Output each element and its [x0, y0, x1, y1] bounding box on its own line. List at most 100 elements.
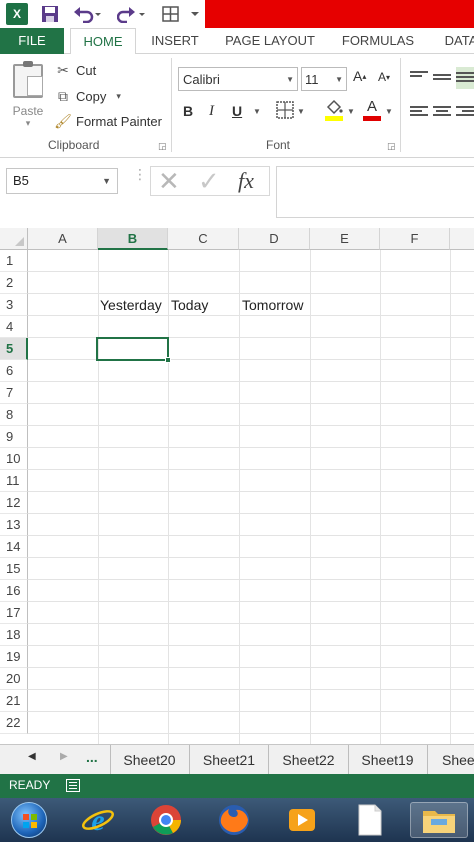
status-ready: READY: [9, 778, 51, 792]
row-header-11[interactable]: 11: [0, 470, 28, 492]
shrink-font-button[interactable]: A ▾: [378, 70, 390, 84]
row-header-7[interactable]: 7: [0, 382, 28, 404]
align-left-icon[interactable]: [410, 104, 428, 118]
format-painter-button[interactable]: 🖌 Format Painter: [54, 111, 162, 131]
grow-font-button[interactable]: A ▴: [353, 68, 366, 84]
row-header-13[interactable]: 13: [0, 514, 28, 536]
bold-button[interactable]: B: [183, 103, 193, 119]
chevron-down-icon[interactable]: ▼: [347, 107, 355, 116]
redo-icon[interactable]: [116, 3, 146, 25]
chrome-icon[interactable]: [144, 802, 188, 838]
file-explorer-icon[interactable]: [410, 802, 468, 838]
tab-data[interactable]: DATA: [436, 28, 474, 54]
chevron-down-icon[interactable]: ▼: [253, 107, 261, 116]
row-header-4[interactable]: 4: [0, 316, 28, 338]
resize-handle-icon[interactable]: ⋮: [133, 167, 147, 181]
sheet-tab[interactable]: Sheet19: [348, 745, 426, 775]
chevron-down-icon[interactable]: ▼: [102, 169, 111, 193]
macro-record-icon[interactable]: [66, 779, 80, 792]
tab-page-layout[interactable]: PAGE LAYOUT: [218, 28, 322, 54]
row-header-21[interactable]: 21: [0, 690, 28, 712]
align-bottom-icon[interactable]: [456, 67, 474, 89]
row-header-10[interactable]: 10: [0, 448, 28, 470]
cell-d3[interactable]: Tomorrow: [239, 294, 303, 316]
tab-insert[interactable]: INSERT: [142, 28, 208, 54]
row-gridline: [28, 491, 474, 492]
more-sheets-button[interactable]: ...: [86, 749, 98, 765]
cut-button[interactable]: ✂ Cut: [54, 60, 96, 80]
internet-explorer-icon[interactable]: e: [76, 802, 120, 838]
column-header-f[interactable]: F: [380, 228, 450, 250]
column-header-c[interactable]: C: [168, 228, 239, 250]
align-middle-icon[interactable]: [433, 72, 451, 82]
save-icon[interactable]: [40, 3, 60, 25]
row-header-17[interactable]: 17: [0, 602, 28, 624]
row-header-19[interactable]: 19: [0, 646, 28, 668]
column-header-b[interactable]: B: [98, 228, 168, 250]
cell-c3[interactable]: Today: [168, 294, 208, 316]
row-header-16[interactable]: 16: [0, 580, 28, 602]
sheet-tab[interactable]: Sheet21: [189, 745, 268, 775]
notepad-icon[interactable]: [348, 802, 392, 838]
copy-button[interactable]: ⧉ Copy ▾: [54, 86, 121, 106]
cancel-icon[interactable]: ✕: [158, 167, 180, 195]
firefox-icon[interactable]: [212, 802, 256, 838]
sheet-scroll-right-icon[interactable]: ▶: [60, 751, 68, 762]
column-header-a[interactable]: A: [28, 228, 98, 250]
tab-formulas[interactable]: FORMULAS: [334, 28, 422, 54]
font-name-dropdown[interactable]: Calibri ▼: [178, 67, 298, 91]
cell-b3[interactable]: Yesterday: [97, 294, 162, 316]
row-header-20[interactable]: 20: [0, 668, 28, 690]
column-header-e[interactable]: E: [310, 228, 380, 250]
formula-input[interactable]: [276, 166, 474, 218]
row-header-22[interactable]: 22: [0, 712, 28, 734]
row-header-3[interactable]: 3: [0, 294, 28, 316]
tab-file[interactable]: FILE: [0, 28, 64, 54]
align-right-icon[interactable]: [456, 104, 474, 118]
font-size-dropdown[interactable]: 11 ▼: [301, 67, 347, 91]
tab-home[interactable]: HOME: [70, 28, 136, 55]
row-header-15[interactable]: 15: [0, 558, 28, 580]
column-gridline: [168, 250, 169, 744]
font-color-button[interactable]: A: [362, 99, 382, 123]
sheet-tab[interactable]: Sheet20: [110, 745, 188, 775]
chevron-down-icon[interactable]: ▼: [385, 107, 393, 116]
row-header-2[interactable]: 2: [0, 272, 28, 294]
dialog-launcher-icon[interactable]: ◲: [387, 141, 396, 152]
row-header-1[interactable]: 1: [0, 250, 28, 272]
start-button[interactable]: [6, 802, 52, 838]
dialog-launcher-icon[interactable]: ◲: [158, 141, 167, 152]
media-player-icon[interactable]: [280, 802, 324, 838]
undo-icon[interactable]: [72, 3, 102, 25]
sheet-tab[interactable]: Sheet: [427, 745, 474, 775]
name-box[interactable]: B5 ▼: [6, 168, 118, 194]
align-center-icon[interactable]: [433, 104, 451, 118]
row-header-6[interactable]: 6: [0, 360, 28, 382]
row-header-9[interactable]: 9: [0, 426, 28, 448]
borders-icon[interactable]: [276, 101, 294, 119]
select-all-button[interactable]: [0, 228, 28, 250]
sheet-tab[interactable]: Sheet22: [268, 745, 348, 775]
selected-cell[interactable]: [96, 337, 169, 361]
paste-button[interactable]: Paste ▾: [8, 61, 48, 132]
row-header-12[interactable]: 12: [0, 492, 28, 514]
row-header-18[interactable]: 18: [0, 624, 28, 646]
quick-access-icon[interactable]: [160, 3, 182, 25]
italic-button[interactable]: I: [209, 103, 214, 120]
chevron-down-icon[interactable]: ▼: [297, 107, 305, 116]
align-top-icon[interactable]: [410, 69, 428, 79]
fill-color-button[interactable]: [324, 99, 344, 123]
row-header-8[interactable]: 8: [0, 404, 28, 426]
underline-button[interactable]: U: [232, 103, 242, 119]
insert-function-icon[interactable]: fx: [238, 167, 254, 195]
cut-label: Cut: [76, 62, 97, 78]
fill-handle[interactable]: [165, 357, 171, 363]
group-divider: [400, 58, 401, 152]
customize-qat-icon[interactable]: [190, 3, 200, 25]
row-header-5[interactable]: 5: [0, 338, 28, 360]
sheet-scroll-left-icon[interactable]: ◀: [28, 751, 36, 762]
row-header-14[interactable]: 14: [0, 536, 28, 558]
enter-icon[interactable]: ✓: [198, 167, 220, 195]
worksheet-grid[interactable]: ABCDEF 1 2 3 4 5 6 7 8 9 10 11 12 13 14 15 16 17 18 19 20 21…: [0, 228, 474, 744]
column-header-d[interactable]: D: [239, 228, 310, 250]
